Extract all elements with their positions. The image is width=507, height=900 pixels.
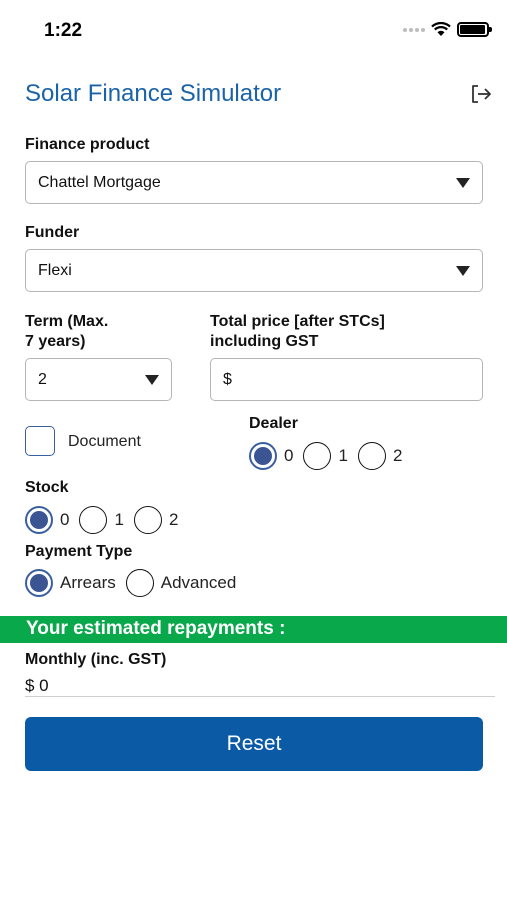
- repayments-banner: Your estimated repayments :: [0, 616, 507, 643]
- caret-down-icon: [456, 177, 470, 188]
- stock-label: Stock: [25, 479, 69, 496]
- logout-icon[interactable]: [467, 80, 495, 108]
- term-label-line1: Term (Max.: [25, 313, 109, 330]
- term-label-line2: 7 years): [25, 333, 86, 350]
- status-bar: 1:22: [0, 0, 507, 60]
- dealer-radio-group: 0 1 2: [249, 442, 412, 470]
- funder-value: Flexi: [38, 261, 72, 279]
- stock-radio-2[interactable]: [133, 506, 162, 534]
- page-title: Solar Finance Simulator: [25, 80, 282, 107]
- dealer-radio-1[interactable]: [303, 442, 332, 470]
- status-icons: [403, 22, 492, 37]
- dealer-option-label: 2: [392, 446, 403, 465]
- monthly-value: $ 0: [25, 676, 49, 695]
- document-checkbox[interactable]: [25, 426, 55, 456]
- total-price-label-line1: Total price [after STCs]: [210, 313, 385, 330]
- stock-option-label: 0: [60, 510, 70, 529]
- payment-option-label: Arrears: [60, 573, 116, 592]
- dealer-option-label: 0: [284, 446, 294, 465]
- term-select[interactable]: 2: [25, 358, 172, 401]
- dealer-option-label: 1: [338, 446, 348, 465]
- payment-type-label: Payment Type: [25, 543, 133, 560]
- divider: [25, 696, 495, 697]
- currency-prefix: $: [223, 370, 232, 388]
- stock-option-label: 1: [114, 510, 124, 529]
- stock-radio-1[interactable]: [79, 506, 108, 534]
- document-label: Document: [68, 433, 141, 450]
- stock-radio-0[interactable]: [25, 506, 53, 534]
- total-price-label: Total price [after STCs] including GST: [210, 312, 385, 352]
- repayments-banner-text: Your estimated repayments :: [26, 618, 286, 639]
- payment-type-radio-group: Arrears Advanced: [25, 569, 246, 597]
- total-price-label-line2: including GST: [210, 333, 319, 350]
- payment-arrears-radio[interactable]: [25, 569, 53, 597]
- wifi-icon: [431, 22, 451, 36]
- payment-advanced-radio[interactable]: [125, 569, 154, 597]
- payment-option-label: Advanced: [160, 573, 237, 592]
- funder-select[interactable]: Flexi: [25, 249, 483, 292]
- finance-product-value: Chattel Mortgage: [38, 173, 161, 191]
- stock-option-label: 2: [168, 510, 179, 529]
- caret-down-icon: [145, 374, 159, 385]
- term-label: Term (Max. 7 years): [25, 312, 108, 352]
- finance-product-label: Finance product: [25, 136, 150, 153]
- dealer-radio-2[interactable]: [357, 442, 386, 470]
- term-value: 2: [38, 370, 47, 388]
- dealer-radio-0[interactable]: [249, 442, 277, 470]
- total-price-input[interactable]: $: [210, 358, 483, 401]
- reset-button[interactable]: Reset: [25, 717, 483, 771]
- battery-icon: [457, 22, 492, 37]
- monthly-label: Monthly (inc. GST): [25, 651, 167, 668]
- dealer-label: Dealer: [249, 415, 298, 432]
- stock-radio-group: 0 1 2: [25, 506, 188, 534]
- funder-label: Funder: [25, 224, 80, 241]
- caret-down-icon: [456, 265, 470, 276]
- signal-icon: [403, 27, 425, 32]
- finance-product-select[interactable]: Chattel Mortgage: [25, 161, 483, 204]
- status-time: 1:22: [44, 20, 83, 41]
